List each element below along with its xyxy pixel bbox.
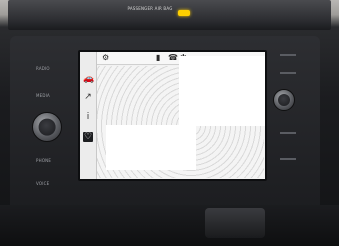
phone-icon: ☎ xyxy=(168,53,178,62)
radio-label[interactable]: RADIO xyxy=(36,66,50,71)
airbag-indicator-lamp xyxy=(178,10,190,16)
infotainment-screen[interactable]: ⚙ ▮ ☎ ✱ 🚗 ↗ i ♡ xyxy=(78,50,267,181)
volume-knob[interactable] xyxy=(32,112,62,142)
right-button-2[interactable] xyxy=(280,72,296,74)
phone-label[interactable]: PHONE xyxy=(36,158,51,163)
car-dashboard-photo: PASSENGER AIR BAG RADIO MEDIA PHONE VOIC… xyxy=(0,0,339,246)
dashboard-top-panel: PASSENGER AIR BAG xyxy=(8,0,331,30)
volume-knob-center xyxy=(38,118,56,136)
car-icon[interactable]: 🚗 xyxy=(83,74,94,84)
signal-icon: ▮ xyxy=(156,53,161,62)
screen-sidebar: 🚗 ↗ i ♡ xyxy=(80,52,97,179)
info-icon[interactable]: i xyxy=(83,112,93,122)
route-icon[interactable]: ↗ xyxy=(83,92,93,102)
voice-label[interactable]: VOICE xyxy=(36,181,49,186)
heart-icon[interactable]: ♡ xyxy=(83,132,93,142)
settings-icon[interactable]: ⚙ xyxy=(102,53,109,62)
air-vent xyxy=(205,208,265,238)
media-label[interactable]: MEDIA xyxy=(36,93,50,98)
redaction-block-top xyxy=(179,56,265,126)
right-button-4[interactable] xyxy=(280,158,296,160)
tune-knob-center xyxy=(278,94,290,106)
right-button-3[interactable] xyxy=(280,132,296,134)
lower-dashboard xyxy=(0,205,339,246)
passenger-airbag-label: PASSENGER AIR BAG xyxy=(127,6,173,11)
redaction-block-bottom xyxy=(106,125,196,170)
tune-knob[interactable] xyxy=(273,89,295,111)
right-button-1[interactable] xyxy=(280,54,296,56)
